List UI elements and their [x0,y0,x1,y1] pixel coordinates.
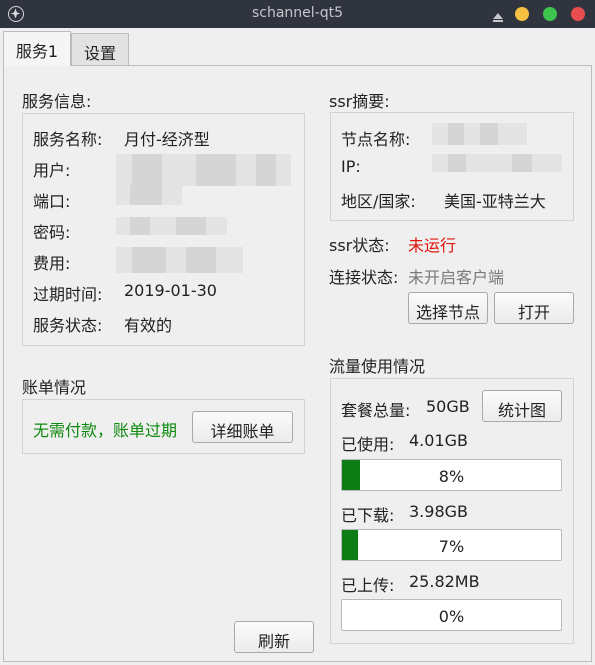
bill-title: 账单情况 [22,378,87,397]
port-value-redacted [116,185,182,205]
close-button[interactable] [571,7,585,21]
plan-total-value: 50GB [426,397,470,416]
service-name-label: 服务名称: [33,130,103,149]
uploaded-progress-text: 0% [438,607,465,626]
ssr-state-label: ssr状态: [329,236,390,255]
expiry-value: 2019-01-30 [124,281,217,300]
minimize-button[interactable] [515,7,529,21]
user-label: 用户: [33,161,71,180]
uploaded-progress-bar: 0% [341,599,562,631]
used-value: 4.01GB [409,431,468,450]
password-label: 密码: [33,223,71,242]
select-node-button[interactable]: 选择节点 [408,292,488,324]
node-name-redacted [432,123,527,145]
connection-state-label: 连接状态: [329,268,399,287]
open-button[interactable]: 打开 [494,292,574,324]
uploaded-label: 已上传: [341,576,395,595]
ip-value-redacted [432,154,562,172]
expiry-label: 过期时间: [33,285,103,304]
used-label: 已使用: [341,435,395,454]
port-label: 端口: [33,192,71,211]
fee-value-redacted [116,247,243,273]
ssr-summary-title: ssr摘要: [329,92,390,111]
refresh-button[interactable]: 刷新 [234,621,314,653]
downloaded-label: 已下载: [341,506,395,525]
tab-service1[interactable]: 服务1 [3,31,71,66]
shade-window-icon[interactable] [492,8,504,22]
ssr-state-value: 未运行 [408,236,457,255]
bill-detail-button[interactable]: 详细账单 [192,411,293,443]
downloaded-value: 3.98GB [409,502,468,521]
downloaded-progress-text: 7% [438,537,465,556]
node-name-label: 节点名称: [341,130,411,149]
fee-label: 费用: [33,254,71,273]
password-value-redacted [116,217,227,235]
region-value: 美国-亚特兰大 [444,192,546,211]
title-bar: schannel-qt5 [0,0,595,28]
tab-settings[interactable]: 设置 [71,33,129,67]
service-info-title: 服务信息: [22,92,92,111]
ip-label: IP: [341,157,361,176]
used-progress-text: 8% [438,467,465,486]
service-status-value: 有效的 [124,316,173,335]
connection-state-value: 未开启客户端 [408,268,505,287]
uploaded-value: 25.82MB [409,572,480,591]
user-value-redacted [116,154,291,186]
downloaded-progress-bar: 7% [341,529,562,561]
region-label: 地区/国家: [341,192,416,211]
plan-total-label: 套餐总量: [341,401,411,420]
bill-status: 无需付款，账单过期 [33,421,178,440]
used-progress-bar: 8% [341,459,562,491]
service-name-value: 月付-经济型 [124,130,210,149]
maximize-button[interactable] [543,7,557,21]
window-title: schannel-qt5 [251,5,344,21]
service-status-label: 服务状态: [33,316,103,335]
traffic-title: 流量使用情况 [329,357,426,376]
statistics-chart-button[interactable]: 统计图 [482,390,562,422]
